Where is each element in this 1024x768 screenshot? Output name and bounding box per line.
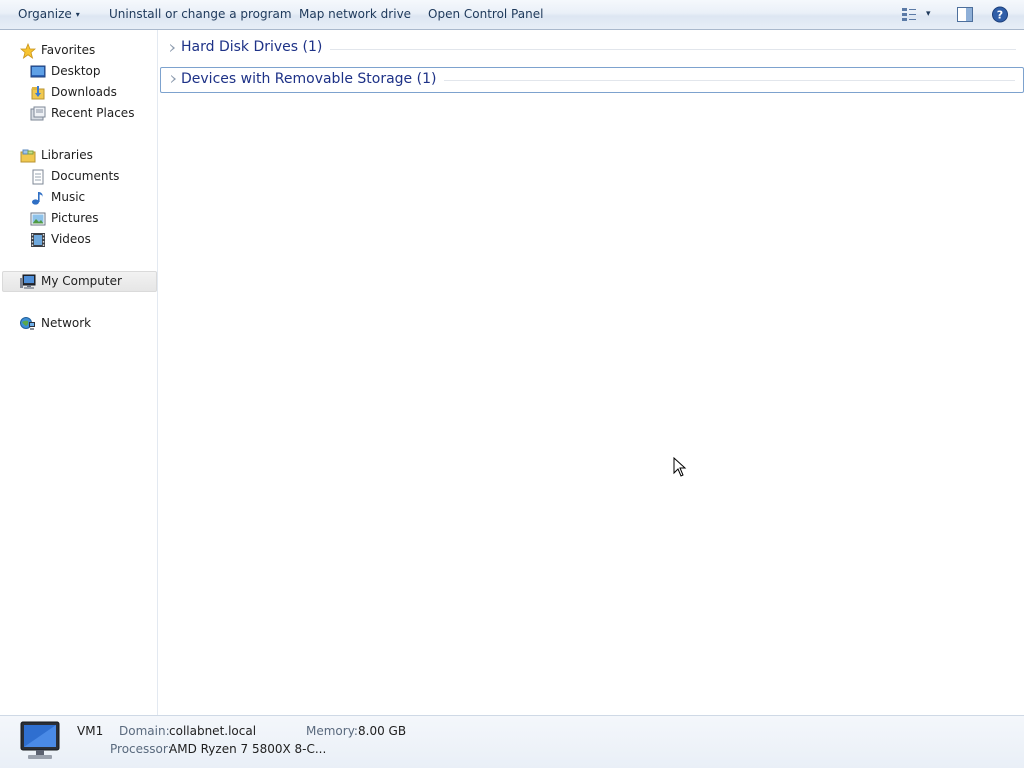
- nav-item-label: Recent Places: [51, 106, 135, 120]
- navigation-pane: Favorites Desktop Downloads Recent Place…: [0, 30, 158, 715]
- group-hard-disk-drives[interactable]: Hard Disk Drives (1): [160, 37, 1024, 63]
- processor-label: Processor:: [110, 742, 172, 756]
- organize-label: Organize: [18, 7, 72, 21]
- uninstall-program-button[interactable]: Uninstall or change a program: [109, 0, 292, 29]
- libraries-icon: [20, 148, 36, 164]
- command-bar: Organize ▾ Uninstall or change a program …: [0, 0, 1024, 30]
- downloads-folder-icon: [30, 85, 46, 101]
- nav-libraries-label: Libraries: [41, 148, 93, 162]
- nav-my-computer-label: My Computer: [41, 274, 122, 288]
- network-icon: [20, 316, 36, 332]
- view-options-icon[interactable]: [901, 6, 919, 23]
- memory-label: Memory:: [306, 724, 358, 738]
- nav-item-label: Music: [51, 190, 86, 204]
- group-removable-storage[interactable]: Devices with Removable Storage (1): [160, 67, 1024, 93]
- computer-icon: [17, 720, 63, 765]
- mouse-cursor-icon: [673, 456, 687, 480]
- help-icon[interactable]: ?: [991, 6, 1009, 23]
- svg-text:?: ?: [997, 9, 1003, 22]
- computer-name: VM1: [77, 724, 104, 738]
- chevron-down-icon: ▾: [75, 10, 80, 19]
- memory-value: 8.00 GB: [358, 724, 407, 738]
- group-title: Devices with Removable Storage (1): [181, 71, 445, 87]
- view-dropdown-arrow[interactable]: ▾: [926, 0, 931, 29]
- nav-item-label: Desktop: [51, 64, 101, 78]
- star-icon: [19, 42, 37, 59]
- desktop-icon: [30, 64, 46, 80]
- group-title: Hard Disk Drives (1): [181, 39, 331, 55]
- videos-icon: [30, 232, 46, 248]
- recent-places-icon: [30, 106, 46, 122]
- domain-value: collabnet.local: [169, 724, 257, 738]
- map-network-drive-button[interactable]: Map network drive: [299, 0, 411, 29]
- domain-label: Domain:: [119, 724, 170, 738]
- preview-pane-icon[interactable]: [956, 6, 974, 23]
- nav-item-label: Pictures: [51, 211, 99, 225]
- open-control-panel-button[interactable]: Open Control Panel: [428, 0, 543, 29]
- nav-item-label: Documents: [51, 169, 120, 183]
- computer-icon: [20, 274, 36, 290]
- organize-button[interactable]: Organize ▾: [18, 0, 80, 29]
- expand-arrow-icon[interactable]: [170, 44, 175, 52]
- documents-icon: [30, 169, 46, 185]
- nav-item-label: Downloads: [51, 85, 117, 99]
- music-icon: [30, 190, 46, 206]
- expand-arrow-icon[interactable]: [171, 75, 176, 83]
- nav-network-label: Network: [41, 316, 92, 330]
- details-pane: VM1 Domain: collabnet.local Memory: 8.00…: [0, 715, 1024, 768]
- nav-favorites-label: Favorites: [41, 43, 96, 57]
- pictures-icon: [30, 211, 46, 227]
- nav-item-label: Videos: [51, 232, 91, 246]
- processor-value: AMD Ryzen 7 5800X 8-C...: [169, 742, 327, 756]
